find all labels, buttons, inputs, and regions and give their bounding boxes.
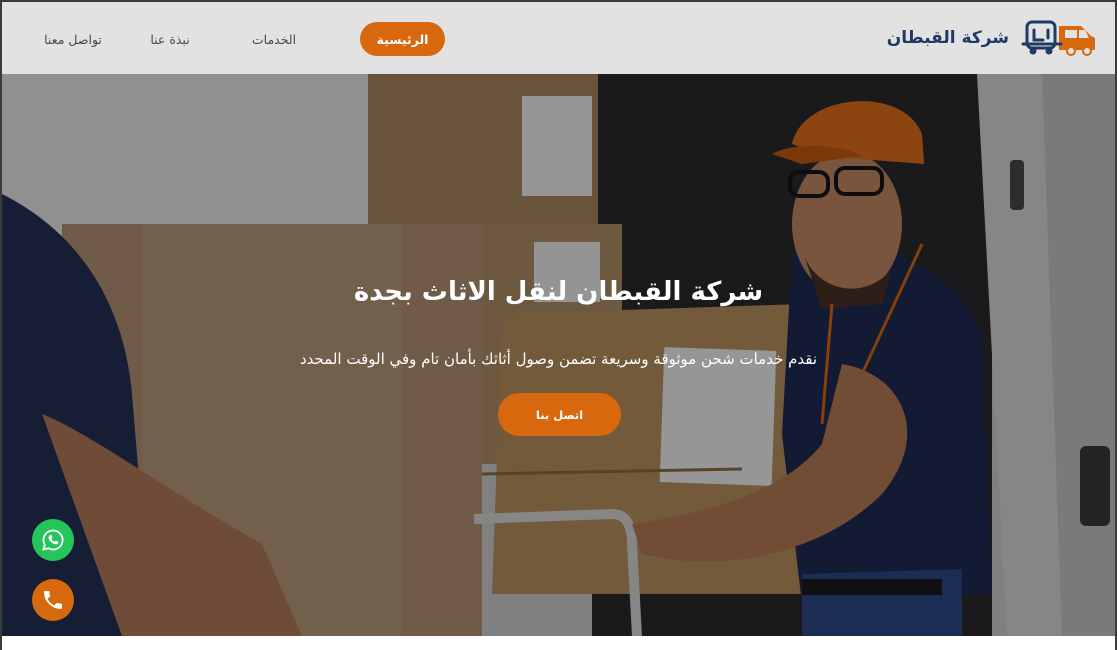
hero-section: شركة القبطان لنقل الاثاث بجدة نقدم خدمات… — [2, 74, 1115, 636]
navbar: شركة القبطان تواصل معنا نبذة عنا الخدمات… — [2, 2, 1115, 74]
brand-name: شركة القبطان — [886, 28, 1009, 48]
nav-item-contact[interactable]: تواصل معنا — [22, 22, 124, 56]
page-frame: شركة القبطان تواصل معنا نبذة عنا الخدمات… — [0, 0, 1117, 650]
whatsapp-icon — [42, 529, 64, 551]
nav-item-home[interactable]: الرئيسية — [360, 22, 445, 56]
contact-us-button[interactable]: اتصل بنا — [498, 393, 621, 436]
phone-call-button[interactable] — [32, 579, 74, 621]
nav-item-services[interactable]: الخدمات — [222, 22, 326, 56]
hero-subtitle: نقدم خدمات شحن موثوقة وسريعة تضمن وصول أ… — [299, 350, 818, 368]
brand[interactable]: شركة القبطان — [887, 18, 1097, 58]
nav-item-about[interactable]: نبذة عنا — [118, 22, 222, 56]
whatsapp-button[interactable] — [32, 519, 74, 561]
hero-title: شركة القبطان لنقل الاثاث بجدة — [353, 277, 764, 307]
moving-truck-logo-icon — [1021, 20, 1095, 56]
phone-icon — [44, 591, 62, 609]
main-nav: تواصل معنا نبذة عنا الخدمات الرئيسية — [22, 22, 445, 56]
